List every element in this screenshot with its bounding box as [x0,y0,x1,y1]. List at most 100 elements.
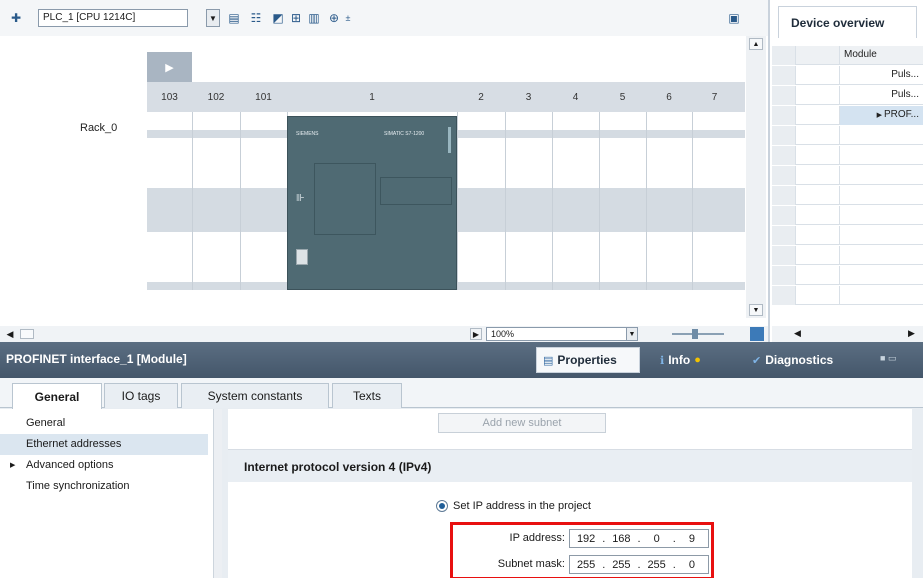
ip-address-row: IP address: 192. 168. 0. 9 [459,529,709,549]
cpu-brand: SIEMENS [296,131,319,137]
properties-icon: ▤ [543,354,554,367]
table-row[interactable]: ▶ PROF... [772,106,923,125]
export-icon[interactable]: ▣ [726,10,742,26]
slot-number: 6 [666,91,672,103]
slot-number: 3 [525,91,532,103]
table-row[interactable] [772,266,923,285]
zoom-dropdown-icon[interactable]: ± [340,10,356,26]
slot-header: 103 102 101 1 2 3 4 5 6 7 [147,82,745,112]
device-overview-panel: Device overview Module Puls... Puls... ▶… [768,0,923,342]
properties-sub-tabs: General IO tags System constants Texts [0,378,923,409]
cpu-model: SIMATIC S7-1200 [384,131,425,137]
io-terminal-icon: ⊪ [296,193,305,204]
show-modules-icon[interactable]: ◩ [270,10,286,26]
table-row[interactable]: Puls... [772,86,923,105]
slot-number: 103 [161,91,178,103]
table-row[interactable] [772,166,923,185]
window-controls-icon[interactable]: ■ ▭ [880,353,912,365]
ipv4-header: Internet protocol version 4 (IPv4) [228,450,912,482]
table-row[interactable] [772,186,923,205]
nav-item-time-synchronization[interactable]: Time synchronization [0,476,208,497]
module-cell: Puls... [891,69,919,80]
module-cell: ▶ PROF... [840,106,923,125]
table-row[interactable] [772,286,923,305]
subnet-mask-label: Subnet mask: [497,558,565,570]
tab-diagnostics[interactable]: ✔ Diagnostics [746,347,839,373]
expand-icon[interactable]: ▶ [10,461,15,469]
tab-texts[interactable]: Texts [332,383,402,408]
properties-header: PROFINET interface_1 [Module] ▤ Properti… [0,342,923,378]
subnet-mask-field[interactable]: 255. 255. 255. 0 [569,555,709,574]
scroll-up-icon[interactable]: ▲ [749,38,763,50]
set-ip-label: Set IP address in the project [453,500,591,512]
device-view-icon[interactable]: ▤ [226,10,242,26]
radio-selected-dot [439,503,445,509]
tab-info[interactable]: ℹ Info ● [654,347,707,373]
cpu-module[interactable]: SIEMENS SIMATIC S7-1200 ⊪ [287,116,457,290]
ip-address-field[interactable]: 192. 168. 0. 9 [569,529,709,548]
module-cell: Puls... [891,89,919,100]
grid-icon[interactable]: ⊞ [288,10,304,26]
subnet-mask-row: Subnet mask: 255. 255. 255. 0 [459,555,709,575]
table-row[interactable] [772,146,923,165]
diagnostics-icon: ✔ [752,354,762,367]
radio-button[interactable] [436,500,448,512]
properties-title: PROFINET interface_1 [Module] [6,352,187,366]
table-row[interactable] [772,246,923,265]
column-module[interactable]: Module [840,46,923,65]
device-selector[interactable]: PLC_1 [CPU 1214C] [38,9,188,27]
nav-item-advanced-options[interactable]: ▶ Advanced options [0,455,208,476]
zoom-slider[interactable] [672,329,724,339]
device-overview-table: Module Puls... Puls... ▶ PROF... [772,46,923,322]
network-icon[interactable]: ✚ [8,10,24,26]
device-toolbar: ✚ PLC_1 [CPU 1214C] ▼ ▤ ☷ ◩ ⊞ ▥ ⊕ ± ▣ [0,0,768,36]
scroll-down-icon[interactable]: ▼ [749,304,763,316]
horizontal-scrollbar[interactable]: ◀ ▶ 100% ▼ [0,326,768,342]
add-new-subnet-button[interactable]: Add new subnet [438,413,606,433]
slot-number: 5 [619,91,626,103]
table-row[interactable] [772,126,923,145]
table-row[interactable]: Puls... [772,66,923,85]
table-icon[interactable]: ▥ [306,10,322,26]
table-row[interactable] [772,206,923,225]
scroll-right-icon[interactable]: ▶ [908,328,915,339]
topology-icon[interactable]: ☷ [248,10,264,26]
slot-number: 4 [572,91,579,103]
pane-splitter[interactable] [214,409,222,578]
tab-device-overview[interactable]: Device overview [778,6,917,38]
scroll-right-icon[interactable]: ▶ [470,328,482,340]
overview-horizontal-scrollbar[interactable]: ◀ ▶ [772,326,923,342]
module-icon [772,46,796,65]
table-row[interactable] [772,226,923,245]
rack-label: Rack_0 [80,122,118,134]
slot-number: 2 [478,91,484,103]
ip-address-label: IP address: [509,532,565,544]
slot-number: 102 [207,91,225,103]
cpu-led-strip [448,127,451,153]
info-badge-icon: ● [694,354,701,366]
set-ip-in-project-option[interactable]: Set IP address in the project [436,500,591,512]
zoom-slider-knob[interactable] [692,329,698,339]
scroll-left-icon[interactable]: ◀ [4,328,16,340]
device-view: ✚ PLC_1 [CPU 1214C] ▼ ▤ ☷ ◩ ⊞ ▥ ⊕ ± ▣ ▶ … [0,0,768,342]
tab-general[interactable]: General [12,383,102,409]
chevron-down-icon[interactable]: ▼ [626,327,638,341]
chevron-down-icon[interactable]: ▼ [206,9,220,27]
overview-navigation-icon[interactable] [750,327,764,341]
expand-rack-icon[interactable]: ▶ [147,52,192,82]
tab-properties[interactable]: ▤ Properties [536,347,640,373]
inspector-tabs: ▤ Properties ℹ Info ● ✔ Diagnostics [536,347,866,373]
tab-system-constants[interactable]: System constants [181,383,329,408]
info-icon: ℹ [660,354,665,367]
tab-io-tags[interactable]: IO tags [104,383,178,408]
expand-row-icon[interactable]: ▶ [877,112,884,119]
slot-number: 1 [369,91,375,103]
scroll-thumb[interactable] [20,329,34,339]
zoom-select[interactable]: 100% [486,327,638,341]
nav-item-ethernet-addresses[interactable]: Ethernet addresses [0,434,208,455]
content-scrollbar[interactable] [912,409,923,578]
scroll-left-icon[interactable]: ◀ [794,328,801,339]
properties-content: Add new subnet Internet protocol version… [228,409,912,578]
nav-item-general[interactable]: General [0,413,208,434]
vertical-scrollbar[interactable]: ▲ ▼ [746,36,766,318]
